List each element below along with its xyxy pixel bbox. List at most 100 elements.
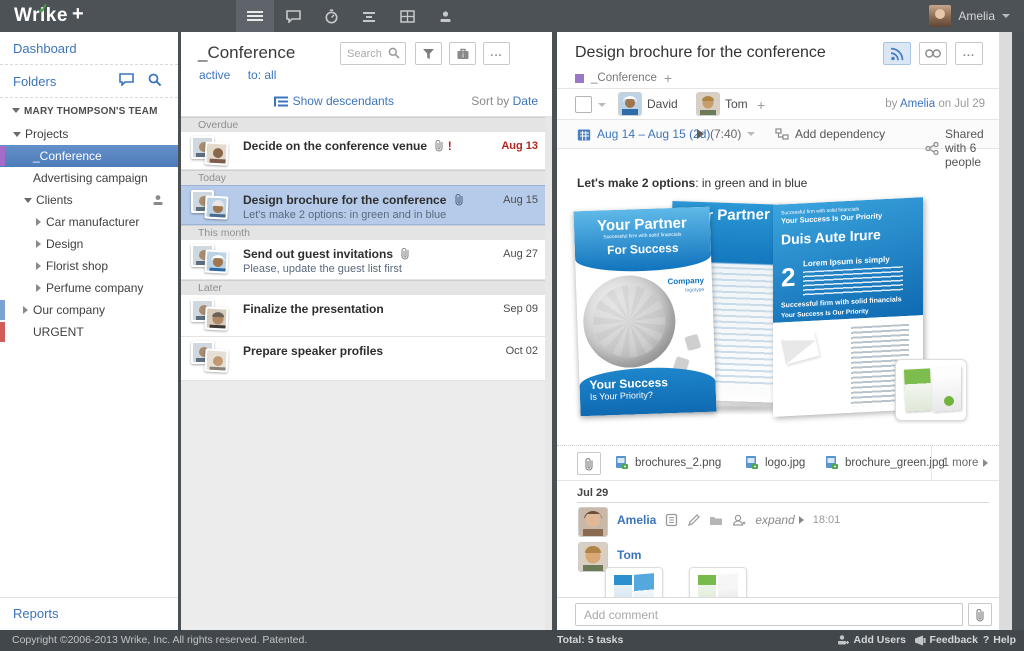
brochure-preview-image[interactable]: Your Partner Successful firm with solid … <box>577 201 987 439</box>
task-due-date: Aug 13 <box>501 140 538 152</box>
project-color-marker <box>0 300 5 320</box>
add-dependency-link[interactable]: Add dependency <box>775 127 885 141</box>
brochure-front-panel: Your Partner Successful firm with solid … <box>573 207 716 417</box>
folder-info-button[interactable]: i <box>449 42 476 65</box>
filter-to-link[interactable]: to: all <box>248 68 277 82</box>
sidebar-item-conference[interactable]: _Conference <box>0 145 178 167</box>
clipboard-icon[interactable] <box>665 513 678 527</box>
chevron-down-icon[interactable] <box>598 103 606 107</box>
sidebar-item-projects[interactable]: Projects <box>0 123 178 145</box>
comment-thumbnail-blue[interactable] <box>605 567 663 597</box>
center-lines-icon <box>361 11 377 22</box>
expand-icon <box>36 284 41 292</box>
help-link[interactable]: ? Help <box>983 634 1016 646</box>
task-row[interactable]: Send out guest invitations Please, updat… <box>181 240 552 280</box>
task-due-date: Sep 09 <box>503 303 538 315</box>
folder-chat-icon[interactable] <box>119 73 134 86</box>
user-menu[interactable]: Amelia <box>929 0 1010 32</box>
calendar-icon <box>577 128 591 141</box>
more-actions-button[interactable]: ... <box>955 42 983 65</box>
sort-control[interactable]: Sort by Date <box>471 94 538 108</box>
comments-section: Jul 29 Amelia expand 18:01 Tom brochure_… <box>557 481 999 597</box>
time-tracking-button[interactable] <box>312 0 350 32</box>
sidebar-item-urgent[interactable]: URGENT <box>0 321 178 343</box>
puzzle-globe-graphic <box>582 274 677 369</box>
rss-icon <box>890 47 904 61</box>
create-new-button[interactable]: + <box>72 3 84 26</box>
group-header-this-month: This month <box>181 225 552 240</box>
follow-button[interactable] <box>883 42 911 65</box>
sidebar-item-our-company[interactable]: Our company <box>0 299 178 321</box>
filter-active-link[interactable]: active <box>199 68 230 82</box>
add-comment-input[interactable] <box>575 603 963 626</box>
green-brochure-thumbnail[interactable] <box>895 359 967 421</box>
date-range-link[interactable]: Aug 14 – Aug 15 (2d) <box>577 127 710 141</box>
project-color-marker <box>0 146 5 166</box>
person-add-icon[interactable] <box>732 514 746 527</box>
project-color-marker <box>0 322 5 342</box>
group-header-overdue: Overdue <box>181 117 552 132</box>
search-icon[interactable] <box>148 73 162 87</box>
sidebar-item-advertising-campaign[interactable]: Advertising campaign <box>0 167 178 189</box>
more-actions-button[interactable]: ... <box>483 42 510 65</box>
more-attachments-link[interactable]: 1 more <box>931 446 999 480</box>
sidebar-item-clients[interactable]: Clients <box>0 189 178 211</box>
time-tracker[interactable]: (7:40) <box>697 127 755 141</box>
edit-pencil-icon[interactable] <box>687 514 700 527</box>
expand-comment-link[interactable]: expand <box>755 513 803 527</box>
comment-author[interactable]: Tom <box>617 548 641 562</box>
add-users-link[interactable]: Add Users <box>837 634 906 646</box>
task-row[interactable]: Decide on the conference venue ! Aug 13 <box>181 132 552 170</box>
task-row-selected[interactable]: Design brochure for the conference Let's… <box>181 185 552 225</box>
person-add-icon <box>837 634 849 646</box>
workload-view-button[interactable] <box>426 0 464 32</box>
timeline-view-button[interactable] <box>350 0 388 32</box>
sidebar-item-dashboard[interactable]: Dashboard <box>0 32 178 64</box>
attachment-file[interactable]: brochure_green.jpg <box>825 455 945 470</box>
add-assignee-button[interactable]: + <box>757 97 765 113</box>
assignee-tom[interactable]: Tom <box>697 93 748 115</box>
assignee-avatars <box>191 341 235 375</box>
sidebar-item-florist-shop[interactable]: Florist shop <box>0 255 178 277</box>
team-header[interactable]: MARY THOMPSON'S TEAM <box>0 98 178 123</box>
briefcase-info-icon: i <box>456 47 470 60</box>
expand-icon <box>23 306 28 314</box>
paper-plane-graphic <box>781 332 819 365</box>
task-row[interactable]: Finalize the presentation Sep 09 <box>181 295 552 337</box>
sidebar-item-folders[interactable]: Folders <box>0 65 178 97</box>
collapse-icon <box>24 198 32 203</box>
add-tag-button[interactable]: + <box>664 70 672 86</box>
expand-icon <box>36 240 41 248</box>
attachment-file[interactable]: logo.jpg <box>745 455 805 470</box>
assignee-avatars <box>191 190 235 224</box>
table-view-button[interactable] <box>388 0 426 32</box>
task-row[interactable]: Prepare speaker profiles Oct 02 <box>181 337 552 381</box>
attach-file-button[interactable] <box>577 452 601 475</box>
logo-check-icon: ✓ <box>37 0 51 17</box>
tag-conference[interactable]: _Conference <box>591 72 657 84</box>
permalink-button[interactable] <box>919 42 947 65</box>
folder-icon[interactable] <box>709 515 723 526</box>
sidebar-item-design[interactable]: Design <box>0 233 178 255</box>
sidebar-item-reports[interactable]: Reports <box>0 597 178 630</box>
sidebar-item-car-manufacturer[interactable]: Car manufacturer <box>0 211 178 233</box>
scrollbar-track[interactable] <box>999 32 1012 630</box>
chat-view-button[interactable] <box>274 0 312 32</box>
user-name: Amelia <box>958 9 995 23</box>
filter-button[interactable] <box>415 42 442 65</box>
attach-to-comment-button[interactable] <box>968 603 992 626</box>
wrike-logo[interactable]: Wrike✓ <box>14 5 68 27</box>
task-due-date: Aug 27 <box>503 248 538 260</box>
stopwatch-icon <box>324 9 339 24</box>
comment-thumbnail-green[interactable] <box>689 567 747 597</box>
attachment-file[interactable]: brochures_2.png <box>615 455 721 470</box>
sidebar-item-perfume-company[interactable]: Perfume company <box>0 277 178 299</box>
scrollbar-track[interactable] <box>545 117 552 630</box>
assignee-david[interactable]: David <box>619 93 678 115</box>
link-icon <box>925 49 941 58</box>
task-status-checkbox[interactable] <box>575 96 592 113</box>
tasks-list-view-button[interactable] <box>236 0 274 32</box>
comment-author[interactable]: Amelia <box>617 513 656 527</box>
show-descendants-link[interactable]: Show descendants <box>274 94 394 108</box>
feedback-link[interactable]: Feedback <box>914 634 978 646</box>
